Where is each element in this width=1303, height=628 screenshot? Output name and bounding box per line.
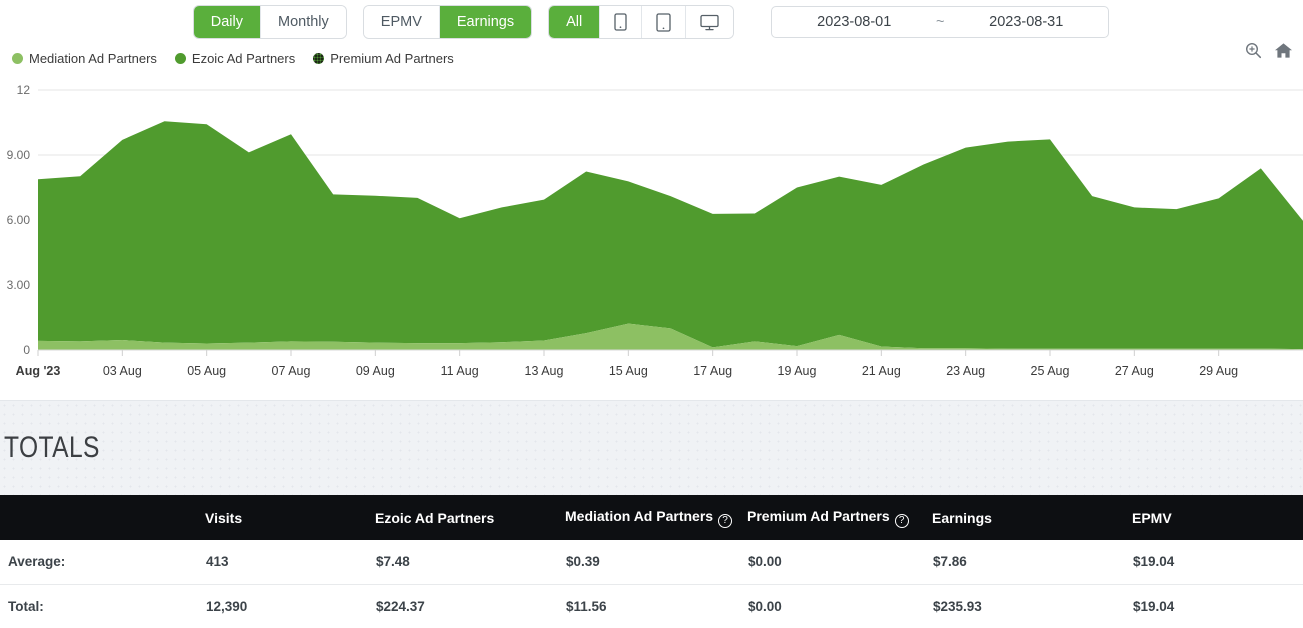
totals-table: Visits Ezoic Ad Partners Mediation Ad Pa…	[0, 495, 1303, 628]
legend-label-ezoic: Ezoic Ad Partners	[191, 50, 296, 66]
earnings-area-chart[interactable]: 0 3.00 6.00 9.00 12 Aug '23 03 Aug 05 Aug 07 Aug…	[0, 78, 1303, 396]
x-axis-tick: 21 Aug	[862, 364, 901, 378]
zoom-in-icon[interactable]	[1245, 42, 1262, 64]
row-label-average: Average:	[0, 540, 205, 585]
metric-toggle-group: EPMV Earnings	[363, 6, 532, 38]
device-desktop-button[interactable]	[686, 6, 734, 38]
x-axis-tick: 17 Aug	[693, 364, 732, 378]
chart-canvas[interactable]: 0 3.00 6.00 9.00 12 Aug '23 03 Aug 05 Aug 07 Aug…	[0, 78, 1303, 396]
device-tablet-button[interactable]	[642, 6, 687, 38]
device-all-button[interactable]: All	[549, 6, 601, 38]
cell-total-visits: 12,390	[205, 584, 375, 628]
cell-total-ezoic: $224.37	[375, 584, 565, 628]
legend-swatch-mediation	[12, 52, 23, 64]
legend-item-premium[interactable]: Premium Ad Partners	[313, 51, 454, 66]
x-axis-tick: 23 Aug	[946, 364, 985, 378]
metric-earnings-button[interactable]: Earnings	[439, 6, 532, 38]
cell-average-premium: $0.00	[747, 540, 932, 585]
cell-total-mediation: $11.56	[565, 584, 747, 628]
interval-daily-button[interactable]: Daily	[193, 6, 261, 38]
x-axis-tick: 25 Aug	[1031, 364, 1070, 378]
legend-label-mediation: Mediation Ad Partners	[29, 50, 157, 66]
legend-swatch-premium	[313, 52, 325, 64]
cell-total-epmv: $19.04	[1132, 584, 1303, 628]
analytics-dashboard: Daily Monthly EPMV Earnings All 2023-08-…	[0, 0, 1303, 628]
legend-swatch-ezoic	[174, 52, 186, 64]
totals-section: TOTALS	[0, 400, 1303, 495]
x-axis-tick: 19 Aug	[778, 364, 817, 378]
phone-icon	[614, 13, 627, 31]
x-axis-tick: 09 Aug	[356, 364, 395, 378]
x-axis-tick: 29 Aug	[1199, 364, 1238, 378]
col-header-ezoic: Ezoic Ad Partners	[375, 495, 565, 540]
x-axis-tick: 27 Aug	[1115, 364, 1154, 378]
y-axis-tick: 12	[17, 83, 31, 97]
device-toggle-group: All	[549, 6, 734, 38]
legend-item-mediation[interactable]: Mediation Ad Partners	[12, 51, 157, 66]
col-header-blank	[0, 495, 205, 540]
table-header-row: Visits Ezoic Ad Partners Mediation Ad Pa…	[0, 495, 1303, 540]
col-header-epmv: EPMV	[1132, 495, 1303, 540]
table-row: Total: 12,390 $224.37 $11.56 $0.00 $235.…	[0, 584, 1303, 628]
desktop-icon	[700, 14, 719, 31]
col-header-mediation-label: Mediation Ad Partners	[565, 507, 714, 524]
x-axis-tick: 03 Aug	[103, 364, 142, 378]
x-axis-tick: 15 Aug	[609, 364, 648, 378]
help-icon-premium[interactable]: ?	[894, 513, 909, 528]
x-axis-tick: 11 Aug	[441, 364, 479, 378]
x-axis-tick: 05 Aug	[187, 364, 226, 378]
table-row: Average: 413 $7.48 $0.39 $0.00 $7.86 $19…	[0, 540, 1303, 585]
totals-table-body: Average: 413 $7.48 $0.39 $0.00 $7.86 $19…	[0, 540, 1303, 628]
chart-legend: Mediation Ad Partners Ezoic Ad Partners …	[12, 46, 472, 70]
x-axis-tick: Aug '23	[16, 364, 61, 378]
chart-toolbar: Daily Monthly EPMV Earnings All 2023-08-…	[0, 0, 1303, 44]
cell-average-mediation: $0.39	[565, 540, 747, 585]
x-axis-tick: 13 Aug	[525, 364, 564, 378]
help-icon-mediation[interactable]: ?	[718, 513, 733, 528]
date-range-start[interactable]: 2023-08-01	[788, 14, 920, 30]
device-phone-button[interactable]	[600, 6, 643, 38]
date-range-picker[interactable]: 2023-08-01 ~ 2023-08-31	[771, 6, 1110, 38]
metric-epmv-button[interactable]: EPMV	[363, 6, 440, 38]
totals-table-head: Visits Ezoic Ad Partners Mediation Ad Pa…	[0, 495, 1303, 540]
cell-total-earnings: $235.93	[932, 584, 1132, 628]
cell-average-epmv: $19.04	[1132, 540, 1303, 585]
totals-heading: TOTALS	[4, 431, 100, 464]
legend-label-premium: Premium Ad Partners	[330, 50, 454, 66]
interval-monthly-button[interactable]: Monthly	[261, 6, 346, 38]
col-header-visits: Visits	[205, 495, 375, 540]
y-axis-tick: 3.00	[7, 278, 31, 292]
y-axis-tick: 6.00	[7, 213, 31, 227]
cell-average-earnings: $7.86	[932, 540, 1132, 585]
cell-average-ezoic: $7.48	[375, 540, 565, 585]
y-axis-tick: 0	[23, 343, 30, 357]
col-header-premium-label: Premium Ad Partners	[747, 507, 890, 524]
chart-tool-buttons	[1245, 42, 1293, 64]
date-range-end[interactable]: 2023-08-31	[960, 14, 1092, 30]
x-axis-tick: 07 Aug	[272, 364, 311, 378]
col-header-mediation: Mediation Ad Partners?	[565, 495, 747, 540]
col-header-earnings: Earnings	[932, 495, 1132, 540]
legend-item-ezoic[interactable]: Ezoic Ad Partners	[174, 50, 296, 66]
col-header-premium: Premium Ad Partners?	[747, 495, 932, 540]
y-axis-tick: 9.00	[7, 148, 31, 162]
interval-toggle-group: Daily Monthly	[193, 6, 346, 38]
row-label-total: Total:	[0, 584, 205, 628]
home-icon[interactable]	[1274, 42, 1293, 64]
cell-average-visits: 413	[205, 540, 375, 585]
tablet-icon	[656, 12, 671, 32]
date-range-separator: ~	[936, 14, 945, 30]
cell-total-premium: $0.00	[747, 584, 932, 628]
